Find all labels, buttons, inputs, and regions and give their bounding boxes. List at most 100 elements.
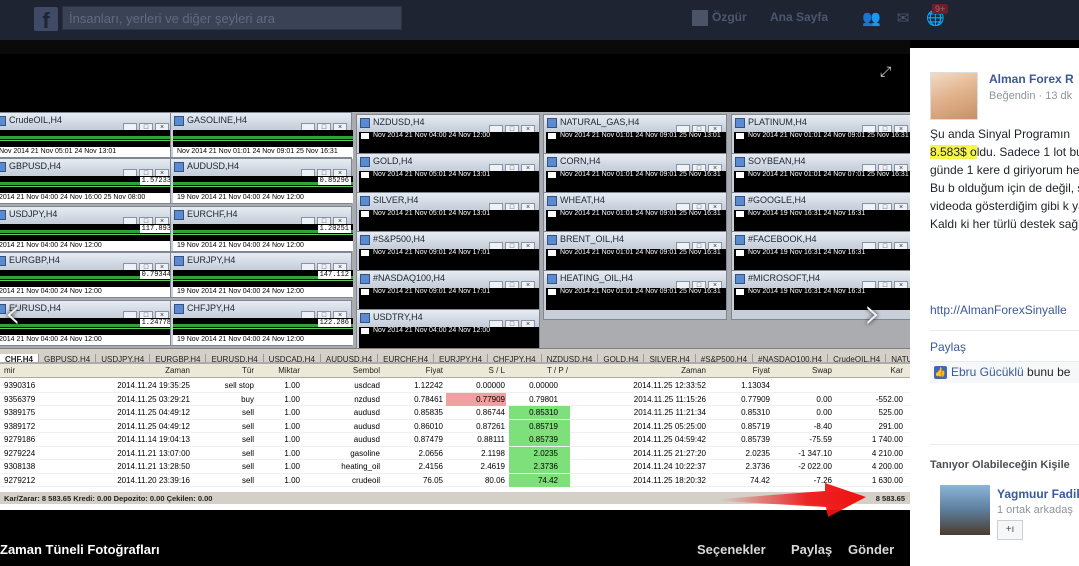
chart-canvas[interactable]: 1.20251 19 Nov 2014 21 Nov 04:00 24 Nov 1… bbox=[173, 224, 353, 251]
chart-canvas[interactable]: Nov 2014 21 Nov 09:01 24 Nov 17:01 bbox=[359, 249, 539, 271]
symbol-tab[interactable]: EURCHF,H4 bbox=[378, 354, 435, 362]
symbol-tab[interactable]: NZDUSD,H4 bbox=[542, 354, 599, 362]
album-title[interactable]: Zaman Tüneli Fotoğrafları bbox=[0, 542, 160, 557]
panel-share-link[interactable]: Paylaş bbox=[930, 340, 966, 354]
chart-window[interactable]: PLATINUM,H4 _ □ × Nov 2014 21 Nov 01:01 24 N… bbox=[731, 114, 910, 154]
symbol-tab[interactable]: EURUSD,H4 bbox=[206, 354, 264, 362]
chart-window[interactable]: EURCHF,H4 _ □ × 1.20251 19 Nov 2014 21 Nov 04… bbox=[170, 206, 353, 252]
column-header[interactable]: Swap bbox=[812, 366, 832, 375]
chart-canvas[interactable]: Nov 2014 21 Nov 01:01 24 Nov 09:01 25 No… bbox=[546, 132, 726, 154]
chart-window[interactable]: USDTRY,H4 _ □ × Nov 2014 21 Nov 04:00 24 Nov… bbox=[356, 309, 540, 349]
chart-window[interactable]: CrudeOIL,H4 _ □ × Nov 2014 21 Nov 05:01 24 N… bbox=[0, 112, 175, 158]
chart-canvas[interactable]: Nov 2014 21 Nov 04:00 24 Nov 12:00 bbox=[359, 327, 539, 349]
friend-requests-icon[interactable]: 👥 bbox=[862, 9, 881, 27]
chart-canvas[interactable]: 0.85296 19 Nov 2014 21 Nov 04:00 24 Nov 1… bbox=[173, 176, 353, 203]
chart-canvas[interactable]: Nov 2014 19 Nov 16:31 24 Nov 16:31 bbox=[734, 210, 910, 232]
column-header[interactable]: Zaman bbox=[165, 366, 190, 375]
column-header[interactable]: Fiyat bbox=[753, 366, 770, 375]
symbol-tab[interactable]: USDCAD,H4 bbox=[264, 354, 321, 362]
search-input[interactable]: İnsanları, yerleri ve diğer şeyleri ara bbox=[62, 6, 402, 30]
chart-window[interactable]: CHFJPY,H4 _ □ × 122.286 19 Nov 2014 21 Nov 04… bbox=[170, 300, 353, 346]
chart-window[interactable]: #FACEBOOK,H4 _ □ × Nov 2014 19 Nov 16:31 24 … bbox=[731, 231, 910, 271]
chart-canvas[interactable]: Nov 2014 21 Nov 04:00 24 Nov 12:00 bbox=[359, 132, 539, 154]
symbol-tab[interactable]: #S&P500,H4 bbox=[696, 354, 754, 362]
chart-canvas[interactable]: Nov 2014 21 Nov 01:01 24 Nov 07:01 25 No… bbox=[734, 171, 910, 193]
column-header[interactable]: T / P / bbox=[547, 366, 568, 375]
chart-window[interactable]: GOLD,H4 _ □ × Nov 2014 21 Nov 05:01 24 Nov 1… bbox=[356, 153, 540, 193]
chart-window[interactable]: NATURAL_GAS,H4 _ □ × Nov 2014 21 Nov 01:01 2… bbox=[543, 114, 727, 154]
chart-canvas[interactable]: 147.112 19 Nov 2014 21 Nov 04:00 24 Nov 1… bbox=[173, 270, 353, 297]
previous-photo-icon[interactable]: ‹ bbox=[4, 288, 22, 339]
chart-window[interactable]: SILVER,H4 _ □ × Nov 2014 21 Nov 05:01 24 Nov… bbox=[356, 192, 540, 232]
chart-canvas[interactable]: Nov 2014 21 Nov 01:01 24 Nov 09:01 25 No… bbox=[173, 130, 353, 157]
column-header[interactable]: Sembol bbox=[353, 366, 380, 375]
chart-canvas[interactable]: Nov 2014 21 Nov 01:01 24 Nov 09:01 25 No… bbox=[546, 249, 726, 271]
column-header[interactable]: mir bbox=[4, 366, 15, 375]
symbol-tab[interactable]: USDJPY,H4 bbox=[96, 354, 151, 362]
chart-window[interactable]: GASOLINE,H4 _ □ × Nov 2014 21 Nov 01:01 24 N… bbox=[170, 112, 353, 158]
chart-canvas[interactable]: 0.79344 2014 21 Nov 04:00 24 Nov 12:00 bbox=[0, 270, 175, 297]
symbol-tab[interactable]: GBPUSD,H4 bbox=[39, 354, 97, 362]
chart-canvas[interactable]: Nov 2014 21 Nov 01:01 24 Nov 09:01 25 No… bbox=[734, 132, 910, 154]
column-header[interactable]: Miktar bbox=[278, 366, 300, 375]
person-name-link[interactable]: Yagmuur Fadik bbox=[997, 487, 1079, 501]
chart-canvas[interactable]: Nov 2014 21 Nov 05:01 24 Nov 13:01 bbox=[0, 130, 175, 157]
profile-link[interactable]: Özgür bbox=[692, 10, 747, 26]
messages-icon[interactable]: ✉ bbox=[894, 9, 912, 27]
column-header[interactable]: Zaman bbox=[681, 366, 706, 375]
symbol-tab[interactable]: CHF,H4 bbox=[0, 354, 40, 362]
symbol-tab[interactable]: CHFJPY,H4 bbox=[488, 354, 542, 362]
column-header[interactable]: S / L bbox=[489, 366, 505, 375]
chart-canvas[interactable]: Nov 2014 21 Nov 05:01 24 Nov 13:01 bbox=[359, 171, 539, 193]
chart-window[interactable]: CORN,H4 _ □ × Nov 2014 21 Nov 01:01 24 Nov 0… bbox=[543, 153, 727, 193]
chart-window[interactable]: #GOOGLE,H4 _ □ × Nov 2014 19 Nov 16:31 24 No… bbox=[731, 192, 910, 232]
symbol-tab[interactable]: EURJPY,H4 bbox=[434, 354, 489, 362]
page-avatar[interactable] bbox=[930, 72, 978, 120]
facebook-logo-icon[interactable]: f bbox=[34, 7, 58, 33]
chart-canvas[interactable]: 1.24778 2014 21 Nov 04:00 24 Nov 12:00 bbox=[0, 318, 175, 345]
chart-canvas[interactable]: Nov 2014 21 Nov 01:01 24 Nov 09:01 25 No… bbox=[546, 171, 726, 193]
next-photo-icon[interactable]: › bbox=[864, 288, 882, 339]
chart-canvas[interactable]: Nov 2014 21 Nov 01:01 24 Nov 09:01 25 No… bbox=[546, 288, 726, 310]
share-button[interactable]: Paylaş bbox=[791, 542, 832, 557]
table-row[interactable]: 9389175 2014.11.25 04:49:12 sell 1.00 audusd… bbox=[0, 406, 910, 420]
chart-canvas[interactable]: Nov 2014 21 Nov 05:01 24 Nov 13:01 bbox=[359, 210, 539, 232]
column-header[interactable]: Tür bbox=[242, 366, 254, 375]
add-friend-button[interactable]: +ı bbox=[997, 520, 1023, 540]
chart-window[interactable]: #MICROSOFT,H4 _ □ × Nov 2014 19 Nov 16:31 24… bbox=[731, 270, 910, 320]
chart-canvas[interactable]: Nov 2014 19 Nov 16:31 24 Nov 16:31 bbox=[734, 288, 910, 310]
send-button[interactable]: Gönder bbox=[848, 542, 894, 557]
chart-window[interactable]: AUDUSD,H4 _ □ × 0.85296 19 Nov 2014 21 Nov 04… bbox=[170, 158, 353, 204]
symbol-tab[interactable]: EURGBP,H4 bbox=[150, 354, 207, 362]
home-link[interactable]: Ana Sayfa bbox=[770, 10, 828, 24]
post-link[interactable]: http://AlmanForexSinyalle bbox=[930, 303, 1067, 317]
chart-window[interactable]: BRENT_OIL,H4 _ □ × Nov 2014 21 Nov 01:01 24 … bbox=[543, 231, 727, 271]
symbol-tab[interactable]: SILVER,H4 bbox=[644, 354, 696, 362]
table-row[interactable]: 9308138 2014.11.21 13:28:50 sell 1.00 heatin… bbox=[0, 460, 910, 474]
chart-window[interactable]: EURJPY,H4 _ □ × 147.112 19 Nov 2014 21 Nov 04… bbox=[170, 252, 353, 298]
chart-canvas[interactable]: Nov 2014 21 Nov 01:01 24 Nov 09:01 25 No… bbox=[546, 210, 726, 232]
table-row[interactable]: 9390316 2014.11.24 19:35:25 sell stop 1.00 u… bbox=[0, 379, 910, 393]
symbol-tab[interactable]: CrudeOIL,H4 bbox=[828, 354, 887, 362]
symbol-tab[interactable]: #NASDAQ100,H4 bbox=[753, 354, 829, 362]
chart-window[interactable]: WHEAT,H4 _ □ × Nov 2014 21 Nov 01:01 24 Nov … bbox=[543, 192, 727, 232]
chart-window[interactable]: HEATING_OIL,H4 _ □ × Nov 2014 21 Nov 01:01 2… bbox=[543, 270, 727, 320]
chart-window[interactable]: SOYBEAN,H4 _ □ × Nov 2014 21 Nov 01:01 24 No… bbox=[731, 153, 910, 193]
column-header[interactable]: Fiyat bbox=[426, 366, 443, 375]
chart-canvas[interactable]: 1.57233 2014 21 Nov 04:00 24 Nov 16:00 25… bbox=[0, 176, 175, 203]
column-header[interactable]: Kar bbox=[891, 366, 903, 375]
liker-name[interactable]: Ebru Gücüklü bbox=[951, 365, 1024, 379]
table-row[interactable]: 9356379 2014.11.25 03:29:21 buy 1.00 nzdusd 0… bbox=[0, 392, 910, 406]
chart-window[interactable]: GBPUSD,H4 _ □ × 1.57233 2014 21 Nov 04:00 24 … bbox=[0, 158, 175, 204]
chart-window[interactable]: USDJPY,H4 _ □ × 117.893 2014 21 Nov 04:00 24 … bbox=[0, 206, 175, 252]
table-row[interactable]: 9279224 2014.11.21 13:07:00 sell 1.00 gasoli… bbox=[0, 446, 910, 460]
chart-window[interactable]: NZDUSD,H4 _ □ × Nov 2014 21 Nov 04:00 24 Nov… bbox=[356, 114, 540, 154]
chart-canvas[interactable]: 117.893 2014 21 Nov 04:00 24 Nov 12:00 bbox=[0, 224, 175, 251]
chart-canvas[interactable]: Nov 2014 19 Nov 16:31 24 Nov 16:31 bbox=[734, 249, 910, 271]
symbol-tab[interactable]: AUDUSD,H4 bbox=[321, 354, 379, 362]
page-name-link[interactable]: Alman Forex R bbox=[989, 72, 1074, 86]
chart-window[interactable]: #S&P500,H4 _ □ × Nov 2014 21 Nov 09:01 24 No… bbox=[356, 231, 540, 271]
chart-canvas[interactable]: 122.286 19 Nov 2014 21 Nov 04:00 24 Nov 1… bbox=[173, 318, 353, 345]
person-avatar[interactable] bbox=[940, 485, 990, 535]
table-row[interactable]: 9389172 2014.11.25 04:49:12 sell 1.00 audusd… bbox=[0, 419, 910, 433]
